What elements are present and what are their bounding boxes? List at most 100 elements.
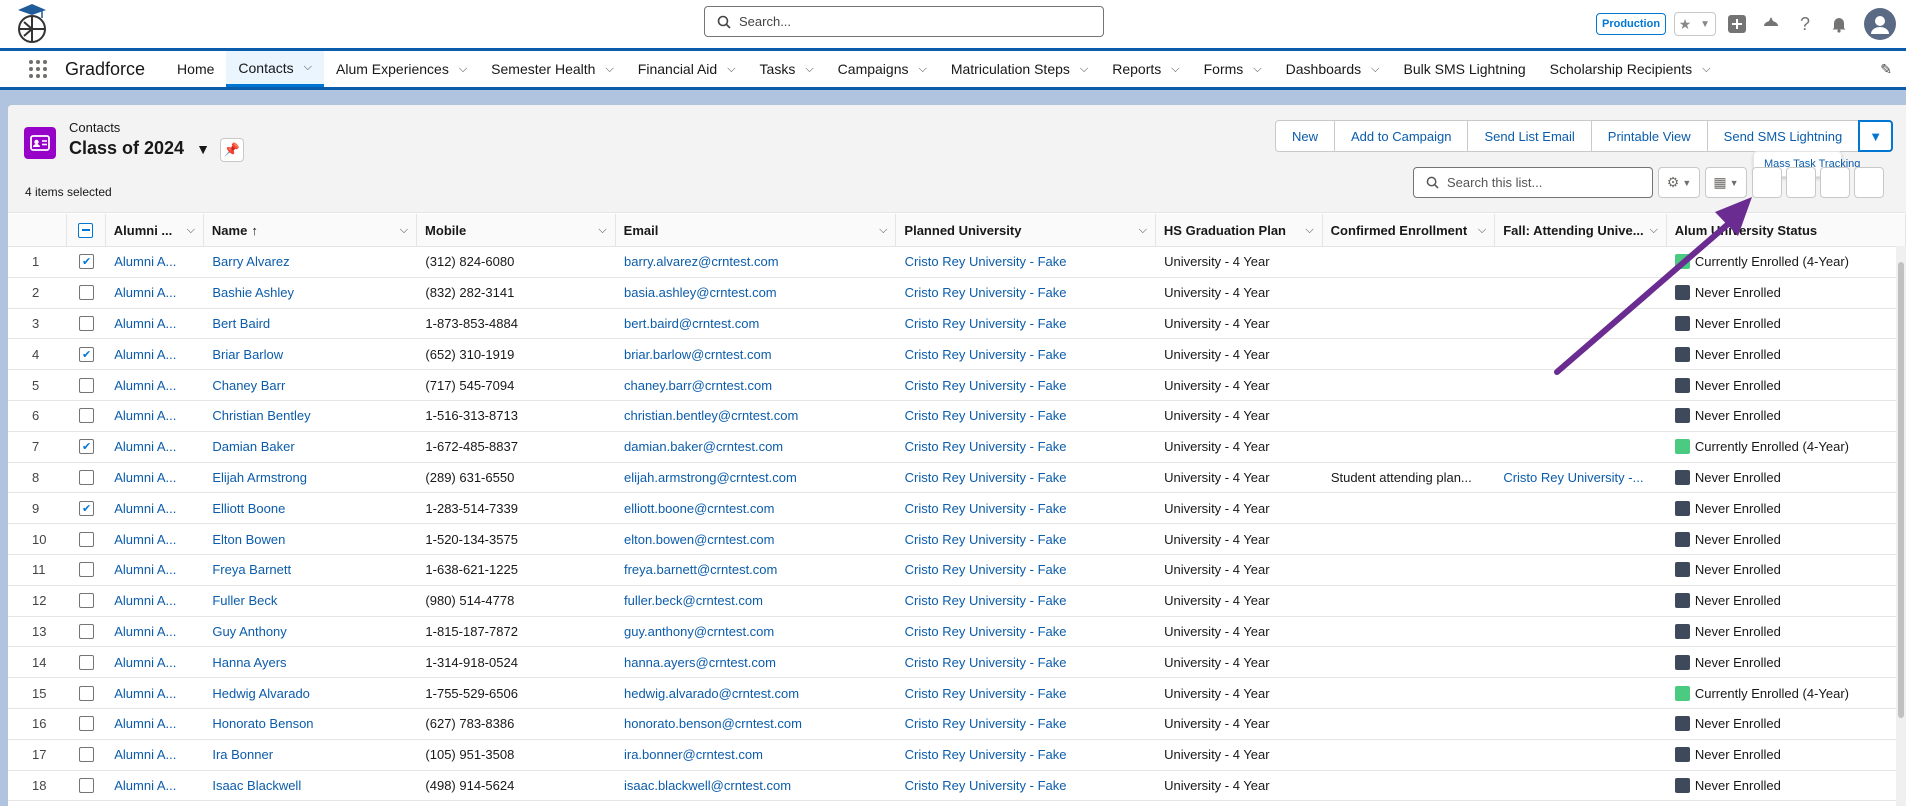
fall-attending-university-cell[interactable] bbox=[1495, 309, 1667, 339]
row-select-checkbox[interactable] bbox=[67, 617, 106, 647]
row-select-checkbox[interactable]: ✔ bbox=[67, 247, 106, 277]
row-select-checkbox[interactable]: ✔ bbox=[67, 432, 106, 462]
column-header[interactable]: Alum University Status bbox=[1667, 214, 1906, 246]
row-select-checkbox[interactable] bbox=[67, 586, 106, 616]
nav-item-scholarship-recipients[interactable]: Scholarship Recipients ⌵ bbox=[1538, 51, 1723, 87]
checkbox-box[interactable] bbox=[79, 531, 95, 547]
column-header[interactable]: Email ⌵ bbox=[616, 214, 897, 246]
row-select-checkbox[interactable]: ✔ bbox=[67, 493, 106, 523]
user-avatar-icon[interactable] bbox=[1864, 8, 1897, 40]
chevron-down-icon[interactable]: ⌵ bbox=[605, 63, 613, 76]
chevron-down-icon[interactable]: ⌵ bbox=[1253, 63, 1261, 76]
fall-attending-university-cell[interactable] bbox=[1495, 432, 1667, 462]
planned-university-cell[interactable]: Cristo Rey University - Fake bbox=[897, 709, 1156, 739]
email-cell[interactable]: chaney.barr@crntest.com bbox=[616, 370, 897, 400]
checkbox-box[interactable] bbox=[79, 685, 95, 701]
send-sms-lightning-button[interactable]: Send SMS Lightning bbox=[1706, 120, 1860, 152]
alumni-cell[interactable]: Alumni A... bbox=[106, 678, 204, 708]
row-select-checkbox[interactable] bbox=[67, 647, 106, 677]
nav-item-alum-experiences[interactable]: Alum Experiences ⌵ bbox=[324, 51, 479, 87]
notifications-bell-icon[interactable] bbox=[1826, 11, 1852, 37]
email-cell[interactable]: guy.anthony@crntest.com bbox=[616, 617, 897, 647]
chevron-down-icon[interactable]: ⌵ bbox=[187, 224, 195, 237]
planned-university-cell[interactable]: Cristo Rey University - Fake bbox=[897, 401, 1156, 431]
select-all-checkbox[interactable] bbox=[67, 214, 106, 246]
table-row[interactable]: 16 Alumni A... Honorato Benson (627) 783-83… bbox=[8, 709, 1906, 740]
chevron-down-icon[interactable]: ⌵ bbox=[598, 224, 606, 237]
planned-university-cell[interactable]: Cristo Rey University - Fake bbox=[897, 647, 1156, 677]
nav-item-dashboards[interactable]: Dashboards ⌵ bbox=[1274, 51, 1392, 87]
email-cell[interactable]: freya.barnett@crntest.com bbox=[616, 555, 897, 585]
checkbox-box[interactable] bbox=[79, 377, 95, 393]
checkbox-box[interactable] bbox=[79, 408, 95, 424]
alumni-cell[interactable]: Alumni A... bbox=[106, 247, 204, 277]
filter-icon[interactable] bbox=[1854, 167, 1884, 198]
name-cell[interactable]: Barry Alvarez bbox=[204, 247, 417, 277]
email-cell[interactable]: hedwig.alvarado@crntest.com bbox=[616, 678, 897, 708]
table-row[interactable]: 17 Alumni A... Ira Bonner (105) 951-3508 ira… bbox=[8, 740, 1906, 771]
alumni-cell[interactable]: Alumni A... bbox=[106, 432, 204, 462]
planned-university-cell[interactable]: Cristo Rey University - Fake bbox=[897, 247, 1156, 277]
fall-attending-university-cell[interactable] bbox=[1495, 247, 1667, 277]
email-cell[interactable]: basia.ashley@crntest.com bbox=[616, 278, 897, 308]
nav-item-campaigns[interactable]: Campaigns ⌵ bbox=[826, 51, 939, 87]
chevron-down-icon[interactable]: ⌵ bbox=[1649, 224, 1657, 237]
global-search-input[interactable]: Search... bbox=[704, 6, 1104, 37]
column-header[interactable]: HS Graduation Plan ⌵ bbox=[1156, 214, 1323, 246]
nav-item-financial-aid[interactable]: Financial Aid ⌵ bbox=[626, 51, 748, 87]
alumni-cell[interactable]: Alumni A... bbox=[106, 493, 204, 523]
alumni-cell[interactable]: Alumni A... bbox=[106, 555, 204, 585]
table-row[interactable]: 11 Alumni A... Freya Barnett 1-638-621-1225… bbox=[8, 555, 1906, 586]
display-as-table-icon[interactable]: ▦ ▼ bbox=[1705, 167, 1747, 198]
name-cell[interactable]: Hedwig Alvarado bbox=[204, 678, 417, 708]
name-cell[interactable]: Damian Baker bbox=[204, 432, 417, 462]
checkbox-box[interactable] bbox=[79, 777, 95, 793]
send-list-email-button[interactable]: Send List Email bbox=[1467, 120, 1592, 152]
app-launcher-icon[interactable] bbox=[29, 60, 47, 78]
column-header[interactable]: Alumni ... ⌵ bbox=[106, 214, 204, 246]
column-header[interactable]: Confirmed Enrollment ⌵ bbox=[1323, 214, 1496, 246]
alumni-cell[interactable]: Alumni A... bbox=[106, 370, 204, 400]
planned-university-cell[interactable]: Cristo Rey University - Fake bbox=[897, 524, 1156, 554]
row-select-checkbox[interactable] bbox=[67, 370, 106, 400]
chevron-down-icon[interactable]: ⌵ bbox=[1139, 224, 1147, 237]
checkbox-box[interactable]: ✔ bbox=[79, 254, 95, 270]
pin-icon[interactable]: 📌 bbox=[220, 138, 244, 162]
fall-attending-university-cell[interactable] bbox=[1495, 771, 1667, 801]
row-select-checkbox[interactable] bbox=[67, 740, 106, 770]
checkbox-box[interactable] bbox=[79, 593, 95, 609]
planned-university-cell[interactable]: Cristo Rey University - Fake bbox=[897, 617, 1156, 647]
table-row[interactable]: 2 Alumni A... Bashie Ashley (832) 282-3141 b… bbox=[8, 278, 1906, 309]
row-select-checkbox[interactable] bbox=[67, 463, 106, 493]
column-header[interactable]: Mobile ⌵ bbox=[417, 214, 616, 246]
name-cell[interactable]: Christian Bentley bbox=[204, 401, 417, 431]
add-to-campaign-button[interactable]: Add to Campaign bbox=[1334, 120, 1469, 152]
alumni-cell[interactable]: Alumni A... bbox=[106, 586, 204, 616]
planned-university-cell[interactable]: Cristo Rey University - Fake bbox=[897, 555, 1156, 585]
org-logo-icon[interactable] bbox=[14, 2, 50, 44]
fall-attending-university-cell[interactable] bbox=[1495, 278, 1667, 308]
favorites-star-icon[interactable]: ★ bbox=[1675, 16, 1695, 33]
alumni-cell[interactable]: Alumni A... bbox=[106, 709, 204, 739]
name-cell[interactable]: Freya Barnett bbox=[204, 555, 417, 585]
table-row[interactable]: 5 Alumni A... Chaney Barr (717) 545-7094 cha… bbox=[8, 370, 1906, 401]
chevron-down-icon[interactable]: ⌵ bbox=[304, 61, 312, 74]
email-cell[interactable]: fuller.beck@crntest.com bbox=[616, 586, 897, 616]
chevron-down-icon[interactable]: ⌵ bbox=[727, 63, 735, 76]
email-cell[interactable]: elton.bowen@crntest.com bbox=[616, 524, 897, 554]
alumni-cell[interactable]: Alumni A... bbox=[106, 524, 204, 554]
planned-university-cell[interactable]: Cristo Rey University - Fake bbox=[897, 432, 1156, 462]
nav-item-contacts[interactable]: Contacts ⌵ bbox=[226, 51, 324, 87]
fall-attending-university-cell[interactable] bbox=[1495, 617, 1667, 647]
fall-attending-university-cell[interactable] bbox=[1495, 555, 1667, 585]
name-cell[interactable]: Briar Barlow bbox=[204, 339, 417, 369]
checkbox-box[interactable]: ✔ bbox=[79, 346, 95, 362]
name-cell[interactable]: Bashie Ashley bbox=[204, 278, 417, 308]
table-row[interactable]: 14 Alumni A... Hanna Ayers 1-314-918-0524 ha… bbox=[8, 647, 1906, 679]
fall-attending-university-cell[interactable] bbox=[1495, 709, 1667, 739]
list-view-title[interactable]: Class of 2024 ▼ bbox=[69, 138, 210, 159]
table-row[interactable]: 12 Alumni A... Fuller Beck (980) 514-4778 fu… bbox=[8, 586, 1906, 617]
environment-badge[interactable]: Production bbox=[1596, 13, 1667, 35]
inline-edit-icon[interactable] bbox=[1786, 167, 1816, 198]
fall-attending-university-cell[interactable] bbox=[1495, 524, 1667, 554]
